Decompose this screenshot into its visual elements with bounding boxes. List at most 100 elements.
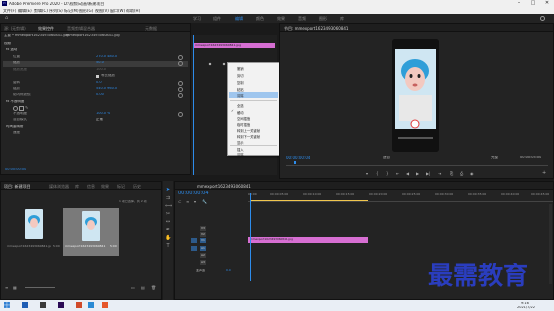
timeline-timecode[interactable]: 00:00:00:04 [178, 191, 209, 196]
project-item[interactable]: mmexport1623493060841.jpg 5:00 [7, 209, 60, 257]
new-item-icon[interactable]: ▤ [141, 285, 145, 290]
program-scrubber[interactable] [286, 163, 548, 166]
workspace-tab-color[interactable]: 颜色 [256, 16, 264, 22]
menu-view[interactable]: 视图(V) [95, 9, 109, 13]
timeline-playhead[interactable] [250, 193, 251, 281]
menu-file[interactable]: 文件(F) [3, 9, 16, 13]
taskbar-app-icon[interactable] [102, 302, 108, 308]
playhead-marker[interactable] [294, 161, 296, 164]
param-row-scale[interactable]: 缩放 50.0 [3, 61, 188, 67]
keyframe-toggle-icon[interactable] [178, 93, 183, 98]
param-value[interactable]: 50.0 [96, 61, 104, 65]
keyframe-toggle-icon[interactable] [178, 81, 183, 86]
tab-program[interactable]: 节目: mmexport1623493060841 [284, 26, 348, 32]
keyframe-playhead[interactable] [193, 35, 194, 175]
minimize-button[interactable]: – [512, 0, 526, 7]
menu-sequence[interactable]: 序列(S) [49, 9, 63, 13]
search-icon[interactable] [540, 16, 545, 21]
workspace-tab-libraries[interactable]: 库 [340, 16, 344, 22]
settings-icon[interactable]: 🔧 [202, 199, 207, 204]
add-marker-icon[interactable]: ▾ [194, 199, 196, 204]
menu-item-ease[interactable]: 缓动 [237, 110, 244, 115]
tab-history[interactable]: 历史 [133, 184, 141, 190]
export-frame-icon[interactable]: ◉ [470, 171, 474, 176]
windows-start-icon[interactable] [4, 302, 10, 308]
mark-in-icon[interactable]: ▾ [366, 171, 368, 176]
quality-select[interactable]: 完整 [491, 156, 498, 160]
menu-edit[interactable]: 编辑(E) [18, 9, 32, 13]
new-bin-icon[interactable]: ▭ [131, 285, 135, 290]
param-value[interactable]: 540.0 960.0 [96, 87, 117, 91]
taskbar-app-icon[interactable] [22, 302, 28, 308]
taskbar-app-icon[interactable] [88, 302, 94, 308]
menu-item-cut[interactable]: 剪切 [237, 73, 244, 78]
tab-metadata[interactable]: 元数据 [145, 26, 157, 32]
close-button[interactable]: ✕ [540, 0, 554, 7]
add-button-icon[interactable]: + [542, 170, 546, 176]
tab-effects[interactable]: 效果 [101, 184, 109, 190]
menu-item-prev-keyframe[interactable]: 转到上一关键帧 [237, 128, 260, 133]
mark-out-icon[interactable]: { [376, 171, 379, 176]
menu-item-undo[interactable]: 撤销 [237, 66, 244, 71]
maximize-button[interactable]: □ [526, 0, 540, 7]
param-value[interactable]: 100.0 [96, 68, 106, 72]
trash-icon[interactable]: 🗑 [151, 285, 156, 290]
param-value[interactable]: 0.0 [96, 81, 102, 85]
pen-mask-icon[interactable]: ✎ [25, 105, 28, 110]
play-button[interactable]: ▶ [416, 171, 419, 176]
home-icon[interactable]: ⌂ [5, 16, 10, 21]
go-to-out-icon[interactable]: ⇥ [438, 171, 441, 176]
razor-tool-icon[interactable]: ✂ [165, 211, 171, 217]
menu-window[interactable]: 窗口(W) [110, 9, 125, 13]
tab-project[interactable]: 项目: 新建项目 [4, 184, 31, 190]
tab-info[interactable]: 信息 [87, 184, 95, 190]
uniform-scale-checkbox[interactable] [96, 74, 99, 78]
param-value[interactable]: 0.00 [96, 93, 104, 97]
workspace-tab-assembly[interactable]: 组件 [213, 16, 221, 22]
workspace-tab-learn[interactable]: 学习 [193, 16, 201, 22]
param-row-anti-flicker[interactable]: 防闪烁滤镜 0.00 [3, 93, 188, 99]
track-target[interactable] [191, 238, 197, 243]
param-row-uniform-scale[interactable]: 等比缩放 [3, 74, 188, 80]
rectangle-mask-icon[interactable] [19, 106, 24, 111]
tab-effect-controls[interactable]: 效果控件 [38, 26, 54, 32]
taskbar-app-icon[interactable] [76, 302, 82, 308]
keyframe-icon[interactable] [208, 62, 212, 66]
vertical-scrollbar[interactable] [549, 204, 552, 284]
menu-item-temporal[interactable]: 临时插值 [237, 122, 250, 127]
lift-icon[interactable]: ⎘ [450, 171, 453, 176]
track-target[interactable] [191, 246, 197, 251]
type-tool-icon[interactable]: T [165, 243, 171, 249]
menu-graphics[interactable]: 图形(G) [79, 9, 93, 13]
keyframe-toggle-icon[interactable] [178, 112, 183, 117]
go-to-in-icon[interactable]: } [386, 171, 389, 176]
icon-view-icon[interactable]: ▦ [13, 285, 17, 290]
tab-sequence[interactable]: mmexport1623493060841 [197, 184, 251, 189]
master-value[interactable]: 0.0 [226, 269, 231, 272]
step-back-icon[interactable]: ⇤ [396, 171, 399, 176]
menu-item-copy[interactable]: 复制 [237, 80, 244, 85]
menu-marker[interactable]: 标记(M) [64, 9, 79, 13]
menu-item-next-keyframe[interactable]: 转到下一关键帧 [237, 134, 260, 139]
workspace-tab-effects[interactable]: 效果 [277, 16, 285, 22]
tab-media-browser[interactable]: 媒体浏览器 [49, 184, 69, 190]
blend-mode-select[interactable]: 正常 [96, 118, 103, 122]
workspace-tab-graphics[interactable]: 图形 [319, 16, 327, 22]
param-row-blend-mode[interactable]: 混合模式 正常 [3, 118, 188, 124]
section-motion[interactable]: fx 运动 [6, 48, 17, 52]
extract-icon[interactable]: ⎙ [460, 171, 463, 176]
keyframe-toggle-icon[interactable] [178, 87, 183, 92]
param-value[interactable]: 270.0 480.0 [96, 55, 117, 59]
tab-markers[interactable]: 标记 [117, 184, 125, 190]
play-icon[interactable]: ◀ [406, 171, 409, 176]
step-forward-icon[interactable]: ▶| [426, 171, 430, 176]
track-select-icon[interactable]: ⇉ [165, 195, 171, 201]
pen-tool-icon[interactable]: ✒ [165, 227, 171, 233]
menu-help[interactable]: 帮助(H) [126, 9, 140, 13]
zoom-slider[interactable] [25, 287, 55, 288]
param-row-speed[interactable]: 速度 [3, 131, 188, 137]
linked-selection-icon[interactable]: ∞ [186, 199, 189, 204]
section-opacity[interactable]: fx 不透明度 [6, 100, 24, 104]
menu-clip[interactable]: 剪辑(C) [34, 9, 48, 13]
work-area-bar[interactable] [250, 200, 368, 201]
